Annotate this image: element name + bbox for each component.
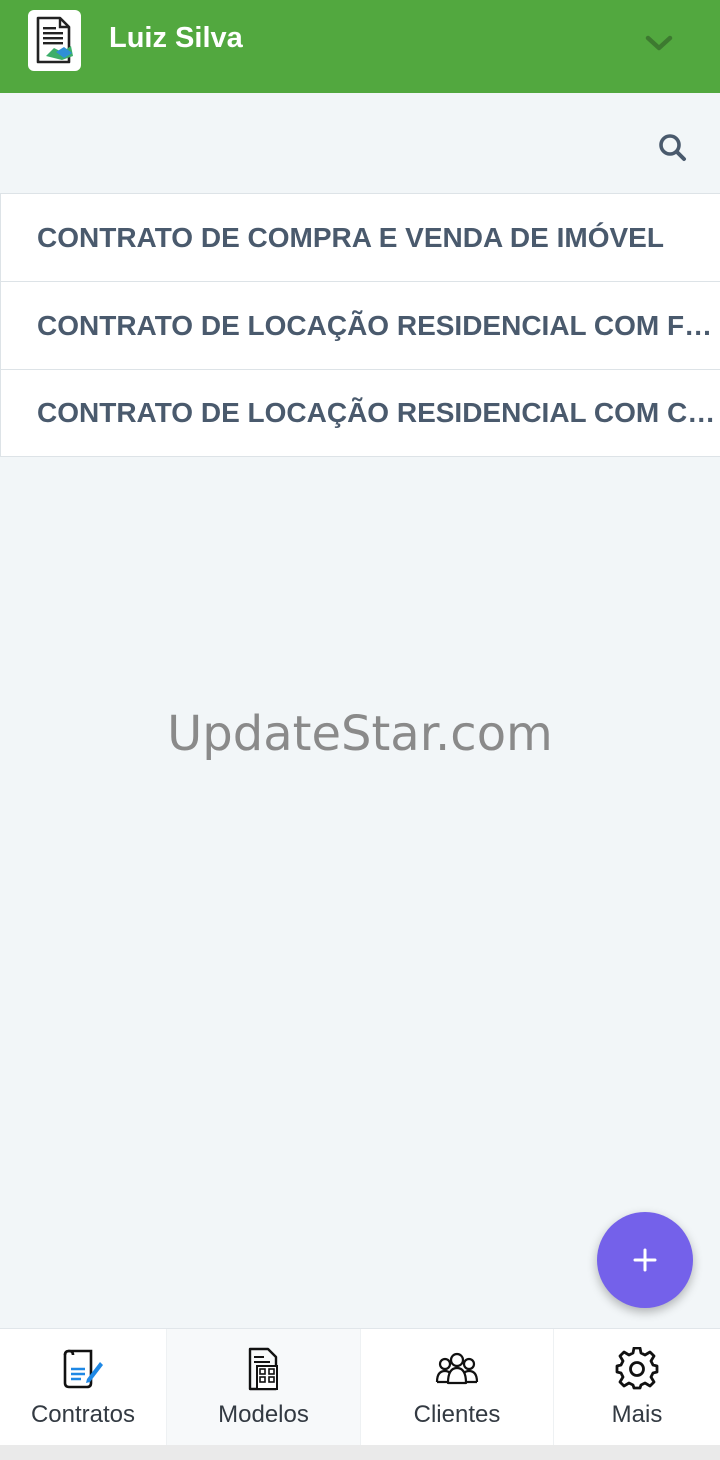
contract-edit-icon xyxy=(61,1347,105,1391)
watermark: UpdateStar.com xyxy=(167,706,553,762)
contract-list: CONTRATO DE COMPRA E VENDA DE IMÓVEL CON… xyxy=(0,193,720,457)
bottom-navigation: Contratos Modelos Clientes Mais xyxy=(0,1328,720,1446)
chevron-down-icon[interactable] xyxy=(642,27,676,59)
contract-title: CONTRATO DE LOCAÇÃO RESIDENCIAL COM FIAD… xyxy=(37,309,718,341)
nav-tab-mais[interactable]: Mais xyxy=(554,1329,720,1446)
contract-list-item[interactable]: CONTRATO DE COMPRA E VENDA DE IMÓVEL xyxy=(0,193,720,281)
nav-tab-contratos[interactable]: Contratos xyxy=(0,1329,167,1446)
contract-title: CONTRATO DE LOCAÇÃO RESIDENCIAL COM CAUÇ… xyxy=(37,397,718,428)
nav-label: Contratos xyxy=(30,1401,136,1428)
contract-list-item[interactable]: CONTRATO DE LOCAÇÃO RESIDENCIAL COM CAUÇ… xyxy=(0,369,720,457)
nav-label: Clientes xyxy=(413,1401,501,1428)
search-button[interactable] xyxy=(650,126,694,170)
nav-tab-clientes[interactable]: Clientes xyxy=(361,1329,554,1446)
header-title: Luiz Silva xyxy=(109,22,243,54)
contract-list-item[interactable]: CONTRATO DE LOCAÇÃO RESIDENCIAL COM FIAD… xyxy=(0,281,720,369)
document-grid-icon xyxy=(242,1347,286,1391)
nav-tab-modelos[interactable]: Modelos xyxy=(167,1329,361,1446)
system-navigation-bar xyxy=(0,1445,720,1460)
add-contract-button[interactable] xyxy=(597,1212,693,1308)
search-icon xyxy=(659,134,686,161)
gear-icon xyxy=(615,1347,659,1391)
people-group-icon xyxy=(435,1347,479,1391)
nav-label: Modelos xyxy=(218,1401,309,1428)
nav-label: Mais xyxy=(611,1401,663,1428)
contract-document-icon xyxy=(28,10,81,71)
contract-title: CONTRATO DE COMPRA E VENDA DE IMÓVEL xyxy=(37,221,664,253)
plus-icon xyxy=(633,1248,657,1272)
app-header: Luiz Silva xyxy=(0,0,720,93)
